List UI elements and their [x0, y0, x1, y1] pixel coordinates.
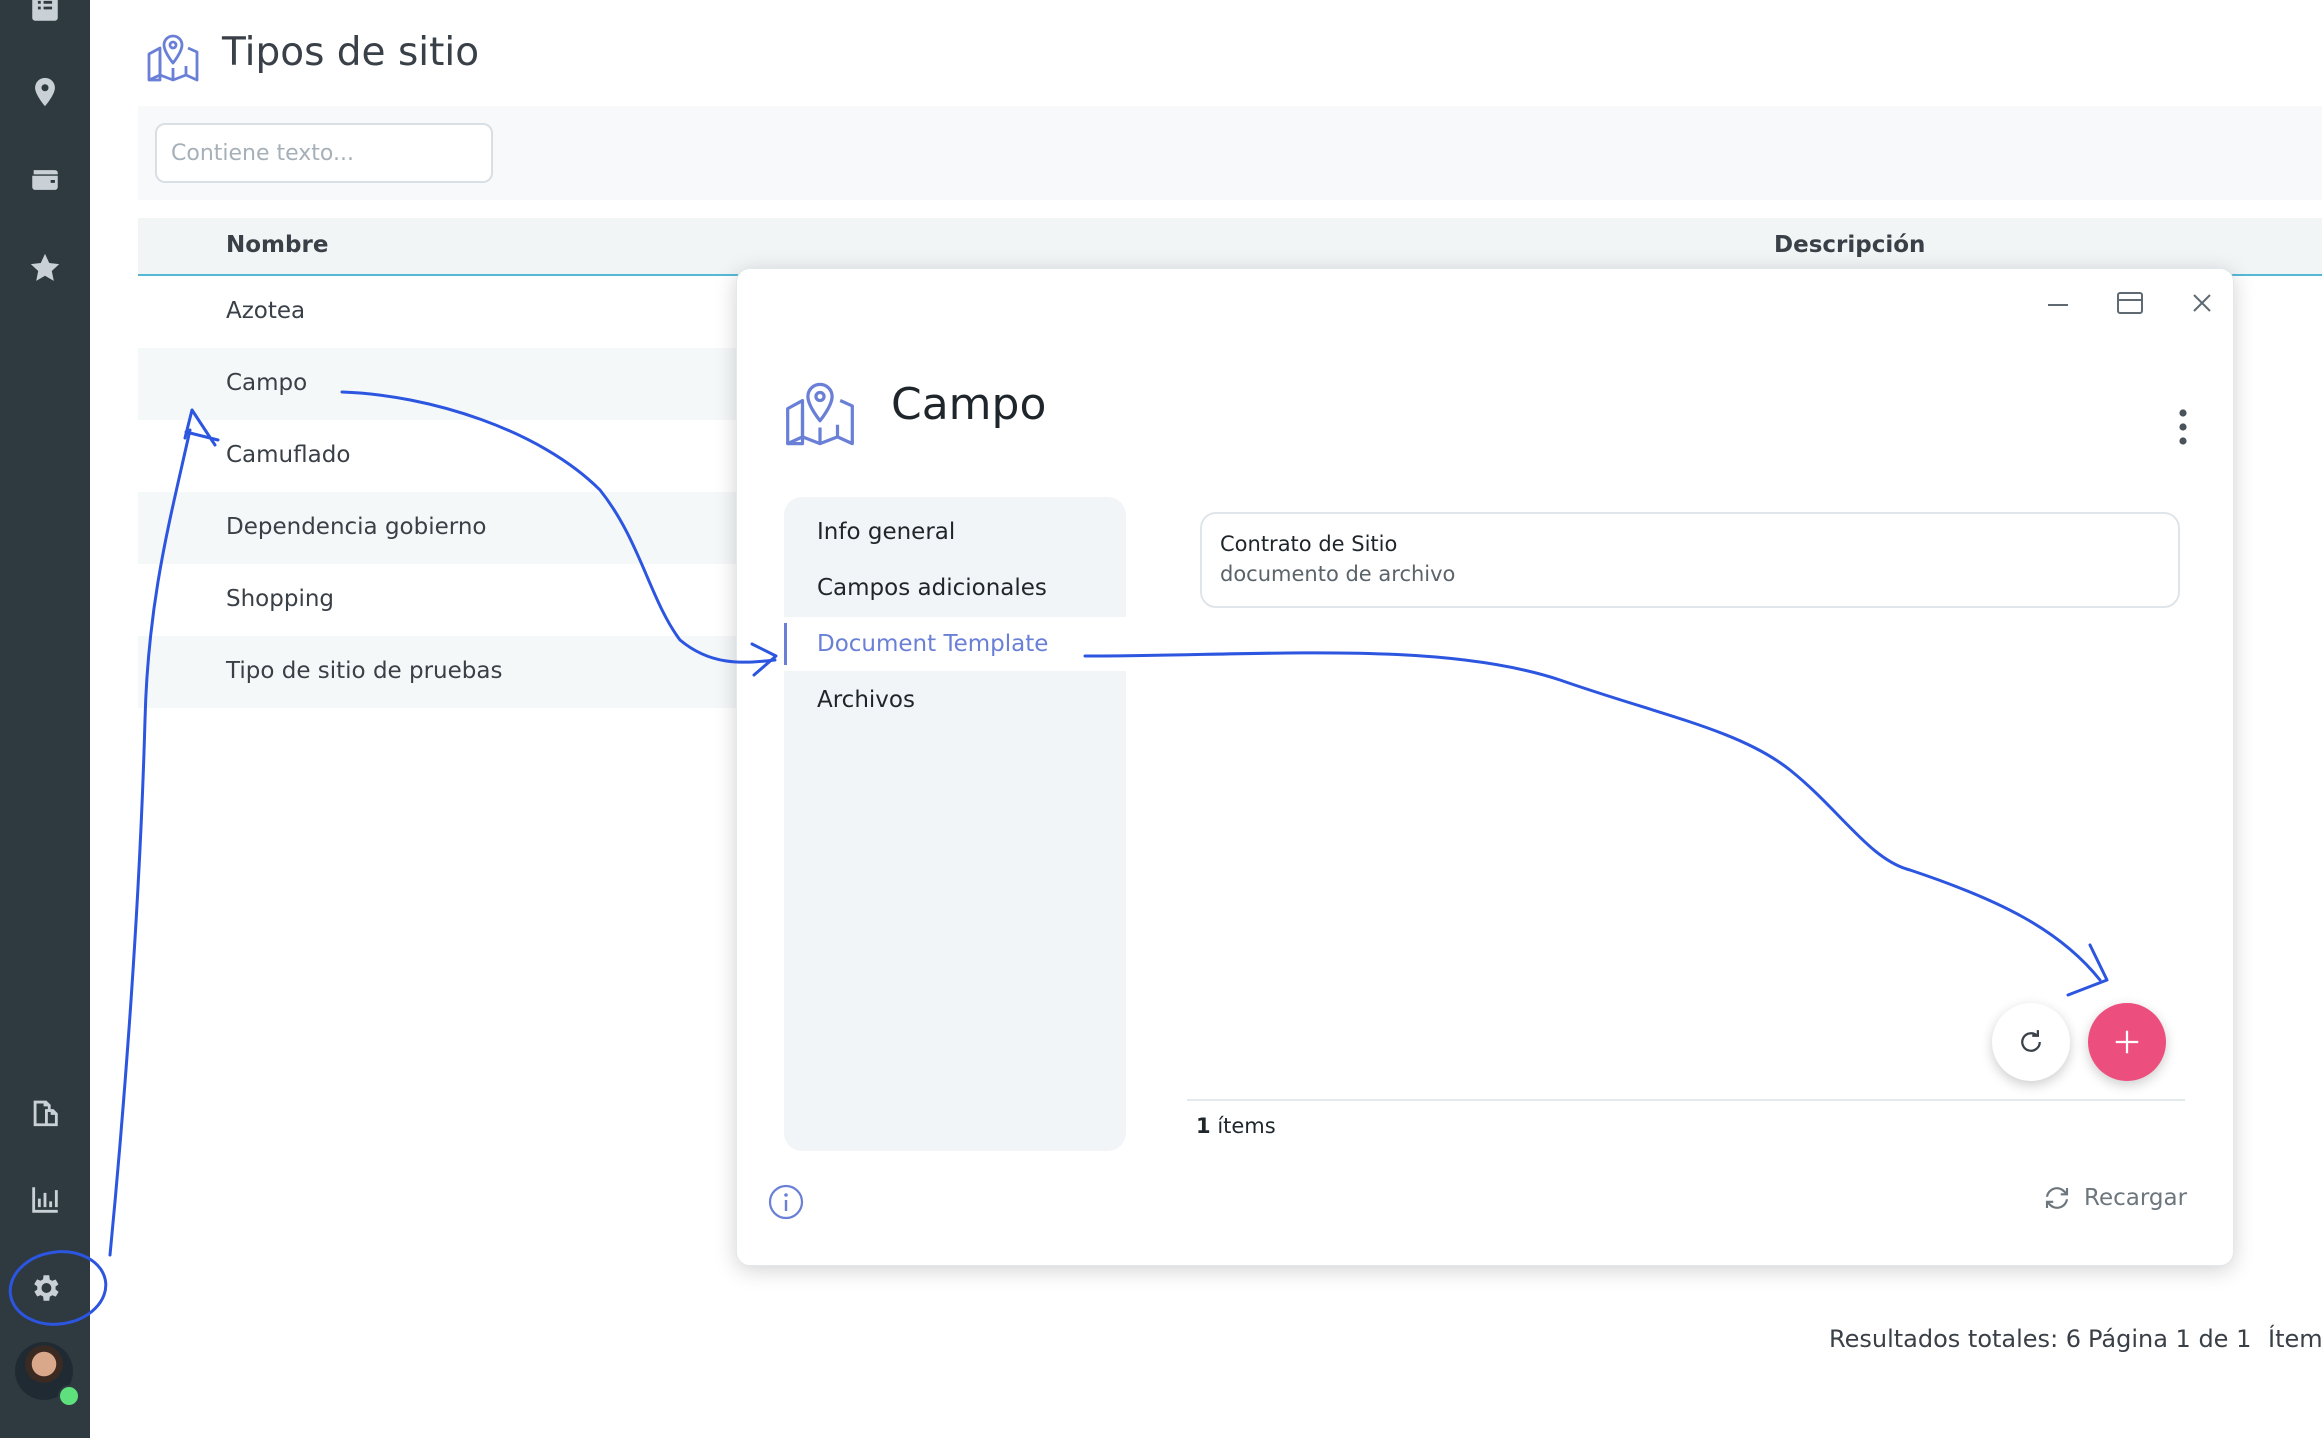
nav-item-campos-adicionales[interactable]: Campos adicionales	[784, 561, 1126, 615]
table-row[interactable]: Azotea	[138, 276, 738, 348]
row-name: Shopping	[226, 586, 335, 612]
search-input[interactable]	[155, 123, 493, 183]
pagination-label: Página 1 de 1	[2088, 1325, 2252, 1353]
nav-item-label: Campos adicionales	[817, 575, 1047, 601]
nav-item-info-general[interactable]: Info general	[784, 505, 1126, 559]
modal-title: Campo	[891, 379, 1047, 430]
divider	[1187, 1099, 2185, 1101]
row-name: Campo	[226, 370, 308, 396]
column-header-descripcion[interactable]: Descripción	[1774, 232, 1925, 258]
nav-item-label: Document Template	[817, 631, 1049, 657]
refresh-icon	[2021, 1030, 2041, 1052]
items-count: 1 ítems	[1196, 1114, 1276, 1138]
table-row[interactable]: Tipo de sitio de pruebas	[138, 636, 738, 708]
map-pin-icon	[786, 382, 854, 446]
minimize-icon[interactable]	[2038, 283, 2078, 323]
reload-label: Recargar	[2084, 1185, 2188, 1211]
column-header-nombre[interactable]: Nombre	[226, 232, 328, 258]
nav-item-document-template[interactable]: Document Template	[784, 617, 1126, 671]
row-name: Tipo de sitio de pruebas	[226, 658, 503, 684]
page-title: Tipos de sitio	[222, 30, 480, 75]
table-row[interactable]: Camuflado	[138, 420, 738, 492]
location-pin-icon[interactable]	[25, 72, 65, 112]
maximize-icon[interactable]	[2110, 283, 2150, 323]
gear-icon[interactable]	[25, 1268, 65, 1308]
bar-chart-icon[interactable]	[25, 1180, 65, 1220]
list-icon[interactable]	[25, 0, 65, 28]
row-name: Azotea	[226, 298, 306, 324]
table-row[interactable]: Shopping	[138, 564, 738, 636]
add-button[interactable]	[2088, 1003, 2166, 1081]
document-template-card[interactable]: Contrato de Sitio documento de archivo	[1200, 512, 2180, 608]
nav-item-label: Info general	[817, 519, 956, 545]
refresh-button[interactable]	[1992, 1003, 2070, 1081]
wallet-icon[interactable]	[25, 160, 65, 200]
online-status-indicator	[58, 1385, 80, 1407]
total-results: Resultados totales: 6	[1829, 1325, 2082, 1353]
map-pin-icon	[147, 34, 199, 82]
items-count-label: ítems	[1217, 1114, 1276, 1138]
row-name: Camuflado	[226, 442, 351, 468]
row-name: Dependencia gobierno	[226, 514, 487, 540]
documents-icon[interactable]	[25, 1092, 65, 1132]
plus-icon	[2115, 1030, 2139, 1054]
reload-link[interactable]: Recargar	[2042, 1183, 2187, 1213]
items-count-value: 1	[1196, 1114, 1211, 1138]
site-type-modal: Campo Info general Campos adicionales Do…	[736, 268, 2234, 1266]
nav-item-label: Archivos	[817, 687, 915, 713]
items-per-page-label[interactable]: Ítems	[2268, 1325, 2322, 1353]
table-row[interactable]: Campo	[138, 348, 738, 420]
card-subtitle: documento de archivo	[1220, 562, 1456, 586]
more-options-icon[interactable]	[2177, 407, 2189, 447]
close-icon[interactable]	[2182, 283, 2222, 323]
table-row[interactable]: Dependencia gobierno	[138, 492, 738, 564]
modal-nav: Info general Campos adicionales Document…	[784, 497, 1126, 1151]
sidebar	[0, 0, 90, 1438]
star-icon[interactable]	[25, 248, 65, 288]
sync-icon	[2045, 1187, 2069, 1209]
nav-item-archivos[interactable]: Archivos	[784, 673, 1126, 727]
card-title: Contrato de Sitio	[1220, 532, 1398, 556]
info-icon[interactable]	[767, 1183, 805, 1221]
